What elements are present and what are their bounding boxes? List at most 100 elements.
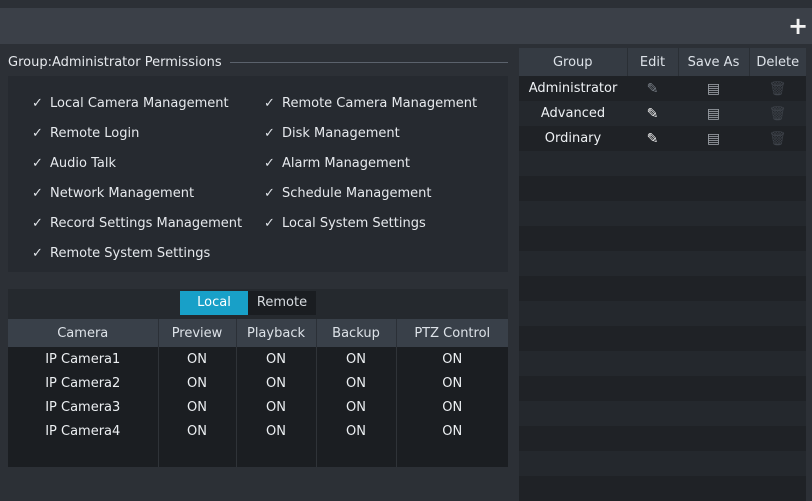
empty-cell	[627, 276, 678, 301]
floppy-disk-icon[interactable]: ▤	[707, 106, 720, 122]
column-header: PTZ Control	[396, 319, 508, 347]
empty-cell	[519, 151, 627, 176]
empty-row	[519, 301, 806, 326]
check-icon: ✓	[264, 96, 275, 111]
empty-row	[519, 326, 806, 351]
empty-cell	[519, 226, 627, 251]
permission-item: ✓ Schedule Management	[264, 186, 432, 201]
floppy-disk-icon[interactable]: ▤	[707, 81, 720, 97]
empty-cell	[678, 376, 749, 401]
empty-cell	[678, 401, 749, 426]
permission-value-cell: ON	[236, 371, 317, 395]
permission-item: ✓ Local System Settings	[264, 216, 426, 231]
delete-cell: 🗑	[749, 101, 806, 126]
table-header-row: Camera Preview Playback Backup PTZ Control	[8, 319, 508, 347]
empty-cell	[519, 276, 627, 301]
permission-value-cell: ON	[158, 419, 237, 443]
empty-cell	[627, 201, 678, 226]
empty-cell	[519, 251, 627, 276]
column-header: Preview	[158, 319, 237, 347]
floppy-disk-icon[interactable]: ▤	[707, 131, 720, 147]
permission-label: Disk Management	[282, 126, 400, 141]
permission-label: Alarm Management	[282, 156, 411, 171]
group-row[interactable]: Advanced ✎ ▤ 🗑	[519, 101, 806, 126]
permission-label: Remote Camera Management	[282, 96, 478, 111]
permission-value-cell: ON	[236, 419, 317, 443]
top-toolbar	[0, 8, 812, 44]
group-row[interactable]: Administrator ✎ ▤ 🗑	[519, 76, 806, 101]
pencil-icon: ✎	[646, 80, 659, 97]
empty-row	[519, 151, 806, 176]
permission-label: Remote System Settings	[50, 246, 211, 261]
permission-value-cell	[396, 443, 508, 467]
table-row[interactable]: IP Camera1 ON ON ON ON	[8, 347, 508, 371]
empty-cell	[519, 301, 627, 326]
permission-item: ✓ Remote Camera Management	[264, 96, 477, 111]
empty-cell	[749, 151, 806, 176]
table-row	[8, 443, 508, 467]
empty-row	[519, 351, 806, 376]
empty-cell	[519, 351, 627, 376]
empty-cell	[678, 276, 749, 301]
empty-cell	[749, 301, 806, 326]
group-name: Administrator	[519, 76, 627, 101]
permission-item: ✓ Remote System Settings	[32, 246, 210, 261]
permission-value-cell: ON	[316, 347, 397, 371]
empty-cell	[627, 426, 678, 451]
group-name: Ordinary	[519, 126, 627, 151]
edit-cell: ✎	[627, 76, 678, 101]
empty-cell	[749, 276, 806, 301]
permission-label: Network Management	[50, 186, 195, 201]
permission-item: ✓ Network Management	[32, 186, 194, 201]
group-column-header: Group	[519, 48, 628, 76]
camera-name-cell: IP Camera3	[8, 395, 159, 419]
table-row[interactable]: IP Camera4 ON ON ON ON	[8, 419, 508, 443]
empty-cell	[749, 201, 806, 226]
edit-cell: ✎	[627, 101, 678, 126]
pencil-icon[interactable]: ✎	[647, 131, 659, 147]
permission-item: ✓ Remote Login	[32, 126, 139, 141]
tab-local[interactable]: Local	[180, 291, 248, 315]
permissions-title-text: Group:Administrator Permissions	[8, 54, 222, 70]
permission-value-cell: ON	[236, 395, 317, 419]
check-icon: ✓	[32, 96, 43, 111]
trash-icon: 🗑	[768, 80, 787, 97]
table-row[interactable]: IP Camera2 ON ON ON ON	[8, 371, 508, 395]
empty-row	[519, 426, 806, 451]
pencil-icon[interactable]: ✎	[647, 106, 659, 122]
permissions-panel: ✓ Local Camera Management ✓ Remote Camera M…	[8, 76, 508, 272]
tab-remote[interactable]: Remote	[248, 291, 316, 315]
empty-cell	[627, 176, 678, 201]
empty-cell	[627, 376, 678, 401]
empty-cell	[678, 251, 749, 276]
group-column-header: Edit	[627, 48, 679, 76]
channel-permissions-panel: Local Remote Camera Preview Playback Backup P…	[8, 289, 508, 467]
trash-icon: 🗑	[768, 105, 787, 122]
empty-cell	[627, 401, 678, 426]
check-icon: ✓	[32, 186, 43, 201]
plus-icon[interactable]: +	[784, 8, 812, 44]
permission-value-cell: ON	[396, 347, 508, 371]
table-row[interactable]: IP Camera3 ON ON ON ON	[8, 395, 508, 419]
group-column-header: Save As	[678, 48, 750, 76]
empty-row	[519, 451, 806, 476]
empty-cell	[519, 376, 627, 401]
edit-cell: ✎	[627, 126, 678, 151]
group-row[interactable]: Ordinary ✎ ▤ 🗑	[519, 126, 806, 151]
column-header: Backup	[316, 319, 397, 347]
empty-cell	[678, 226, 749, 251]
empty-row	[519, 401, 806, 426]
permission-label: Record Settings Management	[50, 216, 243, 231]
empty-cell	[749, 226, 806, 251]
group-name: Advanced	[519, 101, 627, 126]
save-as-cell: ▤	[678, 76, 749, 101]
empty-cell	[519, 326, 627, 351]
empty-cell	[627, 326, 678, 351]
group-table: Group Edit Save As Delete Administrator ✎ ▤ 🗑 A…	[519, 48, 806, 501]
delete-cell: 🗑	[749, 76, 806, 101]
empty-cell	[749, 476, 806, 501]
group-header-row: Group Edit Save As Delete	[519, 48, 806, 76]
empty-cell	[519, 426, 627, 451]
empty-cell	[749, 176, 806, 201]
camera-permissions-table: Camera Preview Playback Backup PTZ Control I…	[8, 319, 508, 467]
